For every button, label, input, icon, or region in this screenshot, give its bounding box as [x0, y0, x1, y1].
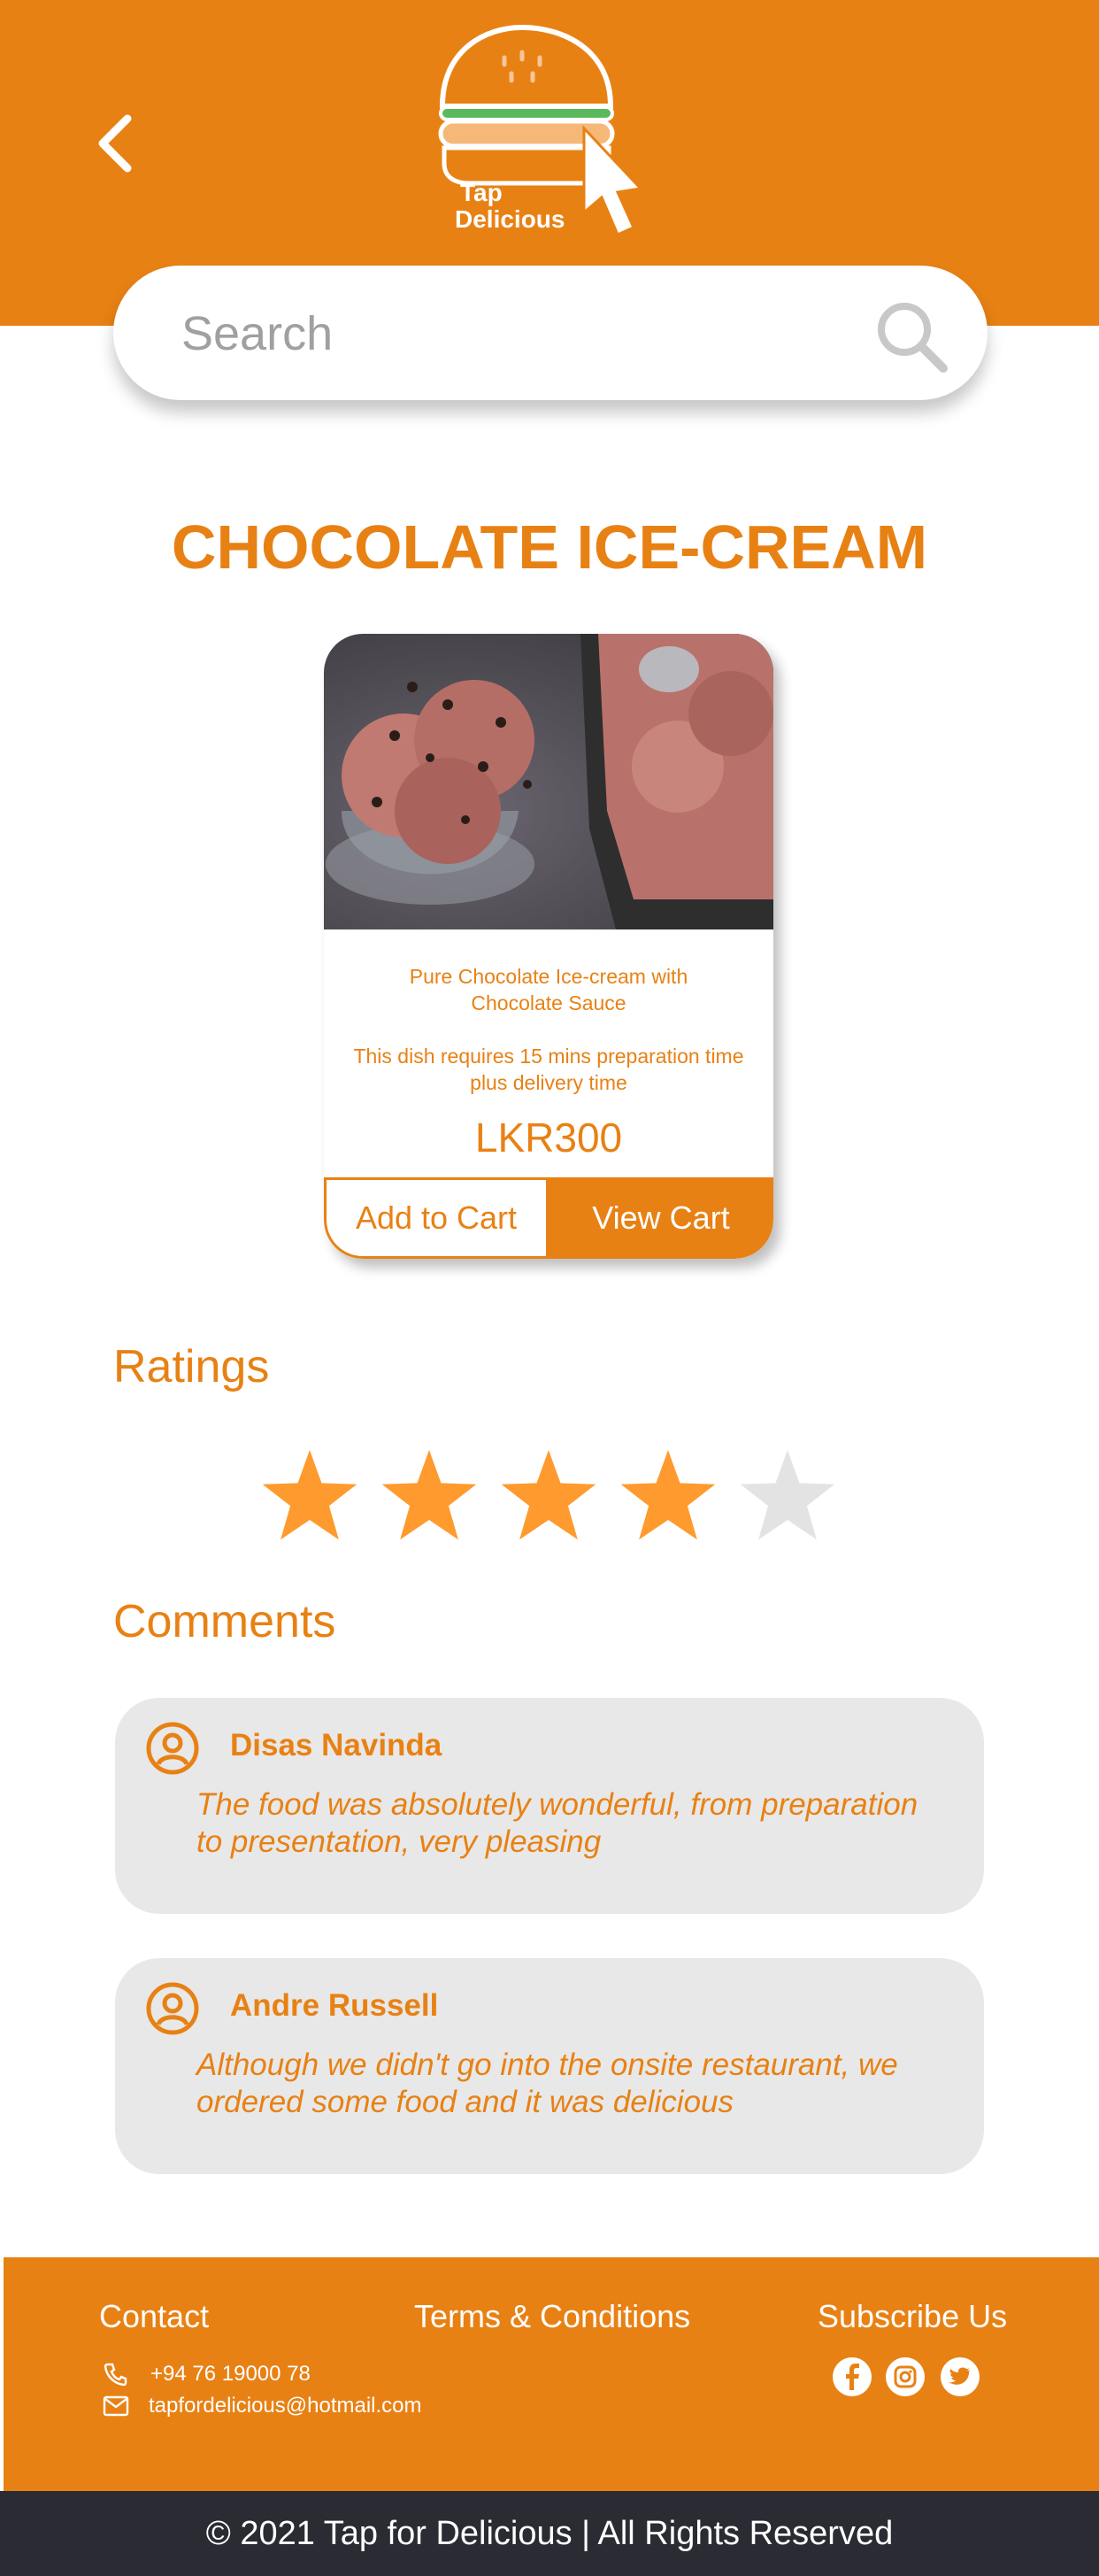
star-filled-icon[interactable]	[262, 1450, 357, 1540]
search-icon[interactable]	[874, 299, 949, 374]
product-image	[324, 634, 773, 929]
prep-time-note: This dish requires 15 mins preparation t…	[342, 1043, 756, 1096]
star-empty-icon[interactable]	[740, 1450, 835, 1540]
contact-email[interactable]: tapfordelicious@hotmail.com	[149, 2394, 422, 2418]
contact-phone[interactable]: +94 76 19000 78	[150, 2362, 311, 2387]
email-icon	[103, 2395, 129, 2417]
twitter-icon[interactable]	[940, 2356, 980, 2397]
description-line-2: Chocolate Sauce	[471, 991, 626, 1014]
chevron-left-icon	[98, 114, 132, 173]
user-avatar-icon	[146, 1982, 199, 2035]
product-price: LKR300	[474, 1114, 623, 1161]
description-line-1: Pure Chocolate Ice-cream with	[409, 965, 688, 988]
comment-card: Disas Navinda The food was absolutely wo…	[115, 1698, 984, 1914]
logo-line2: Delicious	[455, 205, 565, 233]
comment-author: Andre Russell	[230, 1988, 439, 2023]
terms-link[interactable]: Terms & Conditions	[414, 2298, 690, 2335]
back-button[interactable]	[88, 106, 145, 181]
comment-line-2: to presentation, very pleasing	[196, 1824, 602, 1859]
ratings-heading: Ratings	[113, 1341, 270, 1392]
star-filled-icon[interactable]	[381, 1450, 477, 1540]
star-filled-icon[interactable]	[501, 1450, 596, 1540]
logo-line1: Tap	[460, 179, 503, 206]
comment-card: Andre Russell Although we didn't go into…	[115, 1958, 984, 2174]
comment-line-1: Although we didn't go into the onsite re…	[196, 2048, 898, 2082]
burger-logo-icon: Tap Delicious	[438, 24, 644, 236]
product-card: Pure Chocolate Ice-cream with Chocolate …	[324, 634, 773, 1259]
product-description: Pure Chocolate Ice-cream with Chocolate …	[342, 963, 756, 1016]
add-to-cart-button[interactable]: Add to Cart	[324, 1177, 549, 1259]
prep-line-1: This dish requires 15 mins preparation t…	[353, 1045, 744, 1068]
facebook-icon[interactable]	[832, 2356, 872, 2397]
comment-text: The food was absolutely wonderful, from …	[196, 1786, 957, 1861]
instagram-icon[interactable]	[885, 2356, 926, 2397]
logo[interactable]: Tap Delicious	[434, 22, 672, 261]
comment-line-2: ordered some food and it was delicious	[196, 2085, 734, 2119]
comments-heading: Comments	[113, 1596, 336, 1647]
contact-heading: Contact	[99, 2298, 210, 2334]
prep-line-2: plus delivery time	[470, 1071, 627, 1094]
subscribe-heading: Subscribe Us	[818, 2298, 1008, 2334]
user-avatar-icon	[146, 1722, 199, 1775]
phone-icon	[104, 2363, 127, 2387]
rating-stars[interactable]	[257, 1443, 858, 1549]
comment-line-1: The food was absolutely wonderful, from …	[196, 1787, 918, 1822]
view-cart-button[interactable]: View Cart	[549, 1177, 773, 1259]
page-title: CHOCOLATE ICE-CREAM	[171, 513, 928, 582]
comment-author: Disas Navinda	[230, 1728, 442, 1762]
search-input[interactable]	[180, 301, 873, 366]
comment-text: Although we didn't go into the onsite re…	[196, 2047, 957, 2121]
footer: Contact +94 76 19000 78 tapfordelicious@…	[4, 2257, 1099, 2491]
copyright-bar: © 2021 Tap for Delicious | All Rights Re…	[0, 2491, 1099, 2576]
search-bar	[113, 266, 988, 400]
star-filled-icon[interactable]	[620, 1450, 716, 1540]
